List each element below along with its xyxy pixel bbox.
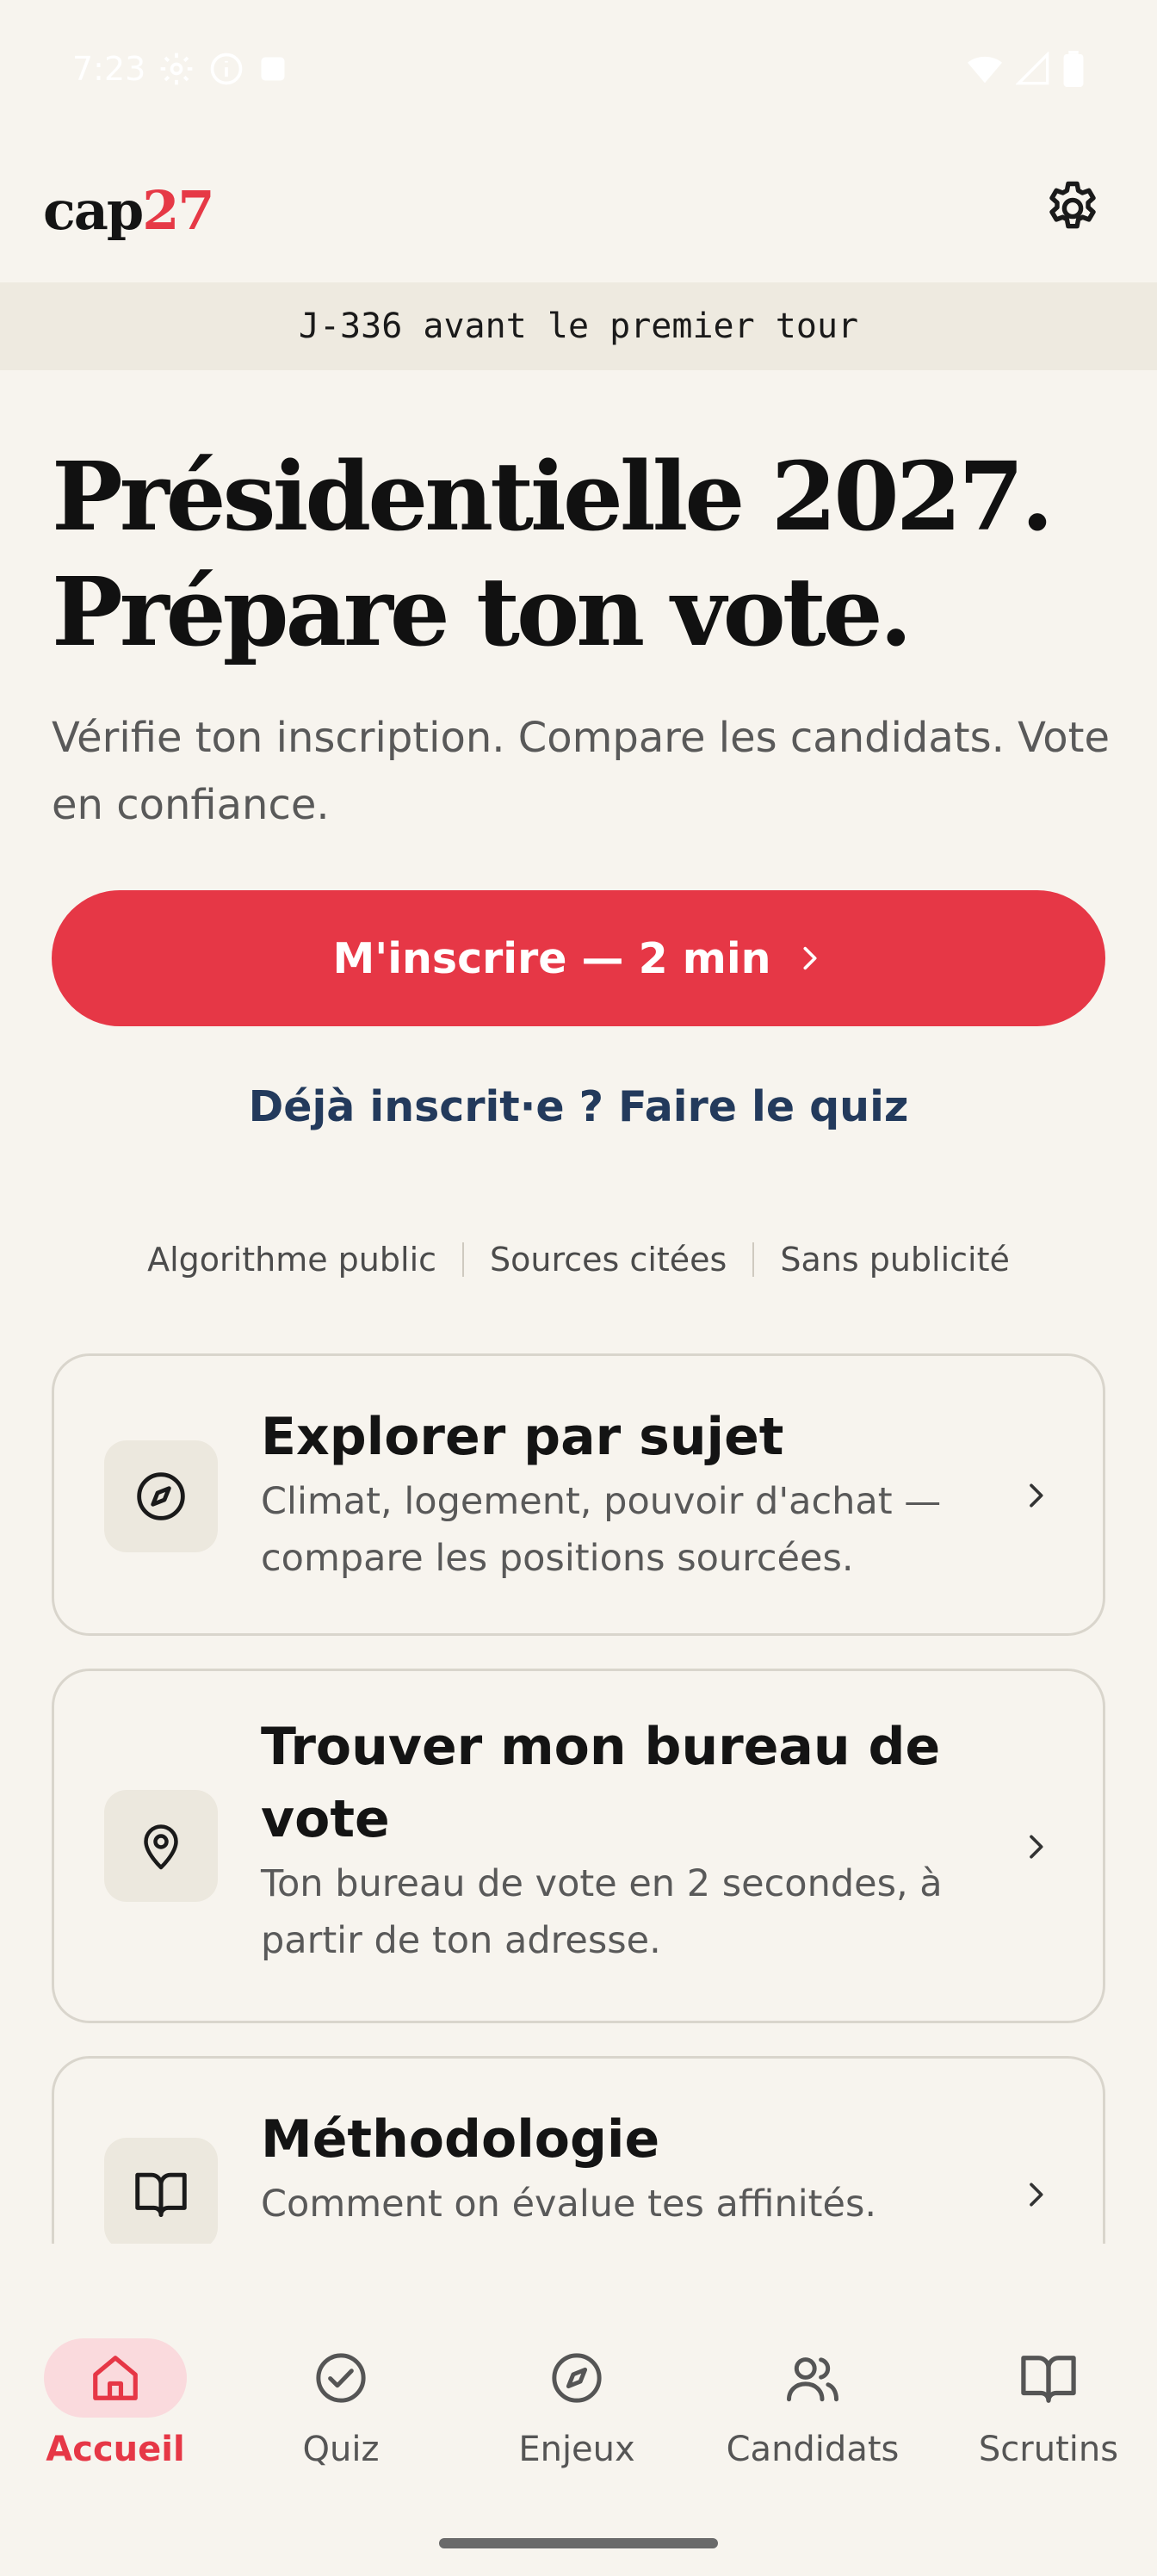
quiz-link[interactable]: Déjà inscrit·e ? Faire le quiz — [0, 1068, 1157, 1145]
card-text: Trouver mon bureau de vote Ton bureau de… — [261, 1711, 1018, 1969]
card-title: Trouver mon bureau de vote — [261, 1717, 941, 1849]
card-find-polling-station[interactable]: Trouver mon bureau de vote Ton bureau de… — [52, 1669, 1105, 2023]
chevron-right-icon — [1018, 2177, 1053, 2212]
card-text: Méthodologie Comment on évalue tes affin… — [261, 2103, 1018, 2232]
chevron-right-icon — [795, 934, 825, 983]
scroll-clip: Méthodologie Comment on évalue tes affin… — [0, 2049, 1157, 2244]
divider — [462, 1242, 465, 1277]
chevron-right-icon — [1018, 1478, 1053, 1513]
status-right — [966, 51, 1085, 87]
hero-title: Présidentielle 2027. Prépare ton vote. — [52, 439, 1111, 670]
quiz-link-label: Déjà inscrit·e ? Faire le quiz — [248, 1081, 909, 1131]
book-icon — [977, 2338, 1120, 2418]
settings-button[interactable] — [1031, 169, 1114, 251]
book-icon — [104, 2138, 218, 2244]
card-methodology[interactable]: Méthodologie Comment on évalue tes affin… — [52, 2056, 1105, 2244]
gesture-handle[interactable] — [439, 2538, 718, 2548]
hero-title-line-1: Présidentielle 2027. — [52, 441, 1054, 552]
register-button[interactable]: M'inscrire — 2 min — [52, 890, 1105, 1026]
nav-label: Scrutins — [978, 2430, 1119, 2469]
card-description: Comment on évalue tes affinités. — [261, 2183, 877, 2226]
users-icon — [741, 2338, 884, 2418]
battery-icon — [1062, 51, 1085, 87]
app-status-icon — [257, 53, 288, 84]
nav-item-accueil[interactable]: Accueil — [0, 2338, 231, 2493]
trust-item-sources: Sources citées — [490, 1241, 727, 1279]
card-description: Ton bureau de vote en 2 secondes, à part… — [261, 1862, 943, 1962]
card-title: Explorer par sujet — [261, 1407, 784, 1467]
hero-section: Présidentielle 2027. Prépare ton vote. V… — [52, 439, 1111, 839]
wifi-icon — [966, 52, 1004, 86]
card-title: Méthodologie — [261, 2109, 660, 2170]
card-explore-topics[interactable]: Explorer par sujet Climat, logement, pou… — [52, 1353, 1105, 1636]
nav-item-quiz[interactable]: Quiz — [226, 2338, 456, 2493]
home-icon — [44, 2338, 187, 2418]
bottom-navigation: Accueil Quiz Enjeux Candidats Scrutins — [0, 2244, 1157, 2576]
countdown-text: J-336 avant le premier tour — [298, 307, 859, 346]
nav-item-enjeux[interactable]: Enjeux — [461, 2338, 692, 2493]
nav-label: Quiz — [302, 2430, 380, 2469]
compass-icon — [505, 2338, 648, 2418]
card-text: Explorer par sujet Climat, logement, pou… — [261, 1401, 1018, 1587]
compass-icon — [104, 1440, 218, 1552]
nav-label: Enjeux — [518, 2430, 635, 2469]
nav-label: Accueil — [46, 2430, 185, 2469]
app-logo: cap27 — [43, 178, 215, 242]
signal-icon — [1016, 52, 1050, 86]
status-left: 7:23 — [72, 50, 288, 88]
card-description: Climat, logement, pouvoir d'achat — comp… — [261, 1480, 942, 1580]
info-status-icon — [207, 50, 245, 88]
register-button-label: M'inscrire — 2 min — [332, 933, 771, 983]
app-header: cap27 — [0, 138, 1157, 282]
nav-label: Candidats — [726, 2430, 900, 2469]
check-circle-icon — [269, 2338, 412, 2418]
trust-item-no-ads: Sans publicité — [780, 1241, 1010, 1279]
status-bar: 7:23 — [0, 0, 1157, 138]
location-pin-icon — [104, 1790, 218, 1902]
hero-title-line-2: Prépare ton vote. — [52, 556, 913, 667]
trust-badges: Algorithme public Sources citées Sans pu… — [0, 1229, 1157, 1290]
settings-status-icon — [158, 50, 195, 88]
trust-item-public-algorithm: Algorithme public — [147, 1241, 437, 1279]
chevron-right-icon — [1018, 1830, 1053, 1864]
countdown-banner: J-336 avant le premier tour — [0, 282, 1157, 370]
hero-subtitle: Vérifie ton inscription. Compare les can… — [52, 714, 1110, 829]
status-time: 7:23 — [72, 50, 146, 88]
nav-item-candidats[interactable]: Candidats — [697, 2338, 928, 2493]
gear-icon — [1042, 177, 1104, 243]
nav-item-scrutins[interactable]: Scrutins — [933, 2338, 1157, 2493]
divider — [752, 1242, 755, 1277]
